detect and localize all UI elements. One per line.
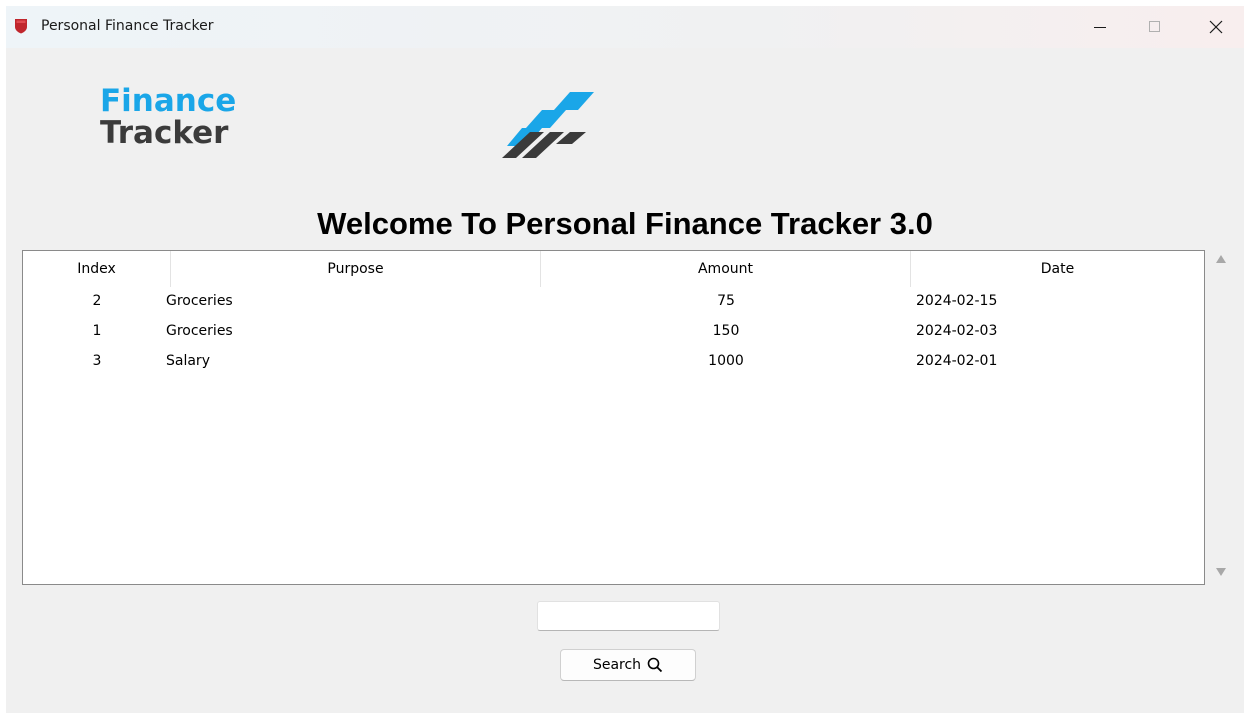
cell-date: 2024-02-01 bbox=[916, 353, 998, 369]
cell-amount: 1000 bbox=[708, 353, 744, 369]
cell-index: 1 bbox=[92, 323, 102, 339]
search-button[interactable]: Search bbox=[560, 649, 696, 681]
title-bar: Personal Finance Tracker bbox=[6, 6, 1244, 48]
cell-index: 2 bbox=[92, 293, 102, 309]
cell-date: 2024-02-03 bbox=[916, 323, 998, 339]
close-icon bbox=[1209, 20, 1223, 34]
cell-purpose: Groceries bbox=[166, 293, 233, 309]
minimize-icon bbox=[1094, 27, 1106, 28]
table-row[interactable]: 3 Salary 1000 2024-02-01 bbox=[23, 346, 1204, 376]
cell-purpose: Salary bbox=[166, 353, 210, 369]
column-header-index[interactable]: Index bbox=[23, 251, 171, 287]
column-header-purpose[interactable]: Purpose bbox=[171, 251, 541, 287]
transactions-table[interactable]: Index Purpose Amount Date 2 Groceries 75… bbox=[22, 250, 1205, 585]
finance-tracker-logo bbox=[502, 92, 594, 158]
cell-date: 2024-02-15 bbox=[916, 293, 998, 309]
welcome-heading: Welcome To Personal Finance Tracker 3.0 bbox=[317, 206, 933, 241]
scroll-up-arrow-icon[interactable] bbox=[1216, 255, 1226, 263]
maximize-button[interactable] bbox=[1125, 6, 1185, 48]
search-input[interactable] bbox=[537, 601, 720, 631]
logo-text-tracker: Tracker bbox=[100, 115, 229, 151]
window-title: Personal Finance Tracker bbox=[41, 18, 214, 34]
table-row[interactable]: 2 Groceries 75 2024-02-15 bbox=[23, 286, 1204, 316]
search-button-label: Search bbox=[592, 657, 642, 673]
table-row[interactable]: 1 Groceries 150 2024-02-03 bbox=[23, 316, 1204, 346]
shield-icon bbox=[15, 19, 27, 34]
search-icon bbox=[647, 657, 663, 673]
close-button[interactable] bbox=[1186, 6, 1246, 48]
scroll-down-arrow-icon[interactable] bbox=[1216, 568, 1226, 576]
logo-text-finance: Finance bbox=[100, 83, 237, 119]
minimize-button[interactable] bbox=[1070, 6, 1130, 48]
cell-purpose: Groceries bbox=[166, 323, 233, 339]
cell-amount: 150 bbox=[712, 323, 740, 339]
cell-index: 3 bbox=[92, 353, 102, 369]
maximize-icon bbox=[1149, 21, 1160, 32]
cell-amount: 75 bbox=[717, 293, 735, 309]
column-header-date[interactable]: Date bbox=[911, 251, 1204, 287]
column-header-amount[interactable]: Amount bbox=[541, 251, 911, 287]
